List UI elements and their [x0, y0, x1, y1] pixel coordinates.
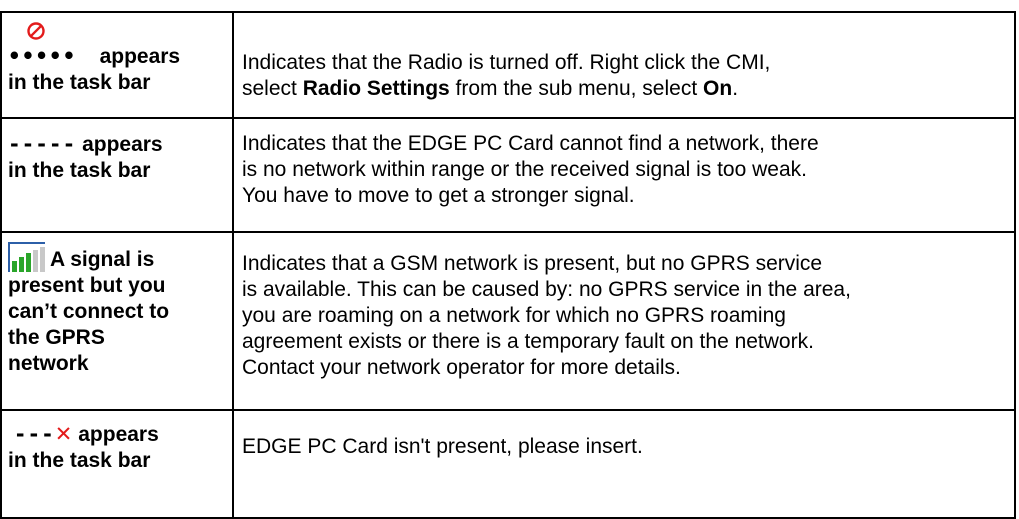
- table-row: A signal is present but you can’t connec…: [0, 231, 1016, 411]
- table-row: ---✕ appears in the task bar EDGE PC Car…: [0, 409, 1016, 519]
- description-cell: Indicates that a GSM network is present,…: [232, 231, 1016, 411]
- status-label: in the task bar: [8, 449, 151, 472]
- table-row: ----- appears in the task bar Indicates …: [0, 117, 1016, 233]
- status-label: the GPRS: [8, 326, 105, 349]
- table-row: ••••• appears in the task bar Indicates …: [0, 11, 1016, 119]
- description-line: Indicates that the Radio is turned off. …: [242, 51, 771, 74]
- description-cell: Indicates that the Radio is turned off. …: [232, 11, 1016, 119]
- no-network-dashes-icon: -----: [8, 132, 77, 156]
- description-line: Indicates that the EDGE PC Card cannot f…: [242, 132, 819, 155]
- description-line: Contact your network operator for more d…: [242, 356, 681, 379]
- status-cell: ----- appears in the task bar: [0, 117, 234, 233]
- description-line: you are roaming on a network for which n…: [242, 304, 786, 327]
- no-card-dashes-icon: ---: [13, 422, 55, 446]
- description-line: Indicates that a GSM network is present,…: [242, 252, 823, 275]
- description-line: is no network within range or the receiv…: [242, 158, 807, 181]
- description-line: You have to move to get a stronger signa…: [242, 184, 635, 207]
- no-entry-icon: [27, 22, 45, 40]
- description-line: is available. This can be caused by: no …: [242, 278, 851, 301]
- signal-strength-icon: [8, 242, 45, 272]
- status-label: appears: [78, 423, 159, 446]
- description-text: select: [242, 77, 303, 100]
- description-text: from the sub menu, select: [449, 77, 704, 100]
- radio-off-dashes-icon: •••••: [8, 44, 77, 68]
- status-label: network: [8, 352, 89, 375]
- description-text: .: [732, 77, 739, 100]
- status-cell: A signal is present but you can’t connec…: [0, 231, 234, 411]
- on-term: On: [703, 77, 733, 100]
- status-label: appears: [82, 133, 163, 156]
- status-label: in the task bar: [8, 159, 151, 182]
- description-line: EDGE PC Card isn't present, please inser…: [242, 435, 643, 458]
- description-line: agreement exists or there is a temporary…: [242, 330, 814, 353]
- status-label: appears: [99, 45, 181, 68]
- troubleshooting-table: ••••• appears in the task bar Indicates …: [0, 11, 1016, 519]
- status-label: in the task bar: [8, 71, 151, 94]
- status-label: can’t connect to: [8, 300, 170, 323]
- description-cell: Indicates that the EDGE PC Card cannot f…: [232, 117, 1016, 233]
- status-label: present but you: [8, 274, 166, 297]
- description-line: select Radio Settings from the sub menu,…: [242, 76, 1008, 102]
- status-cell: ---✕ appears in the task bar: [0, 409, 234, 519]
- status-cell: ••••• appears in the task bar: [0, 11, 234, 119]
- radio-settings-term: Radio Settings: [302, 77, 450, 100]
- status-label: A signal is: [50, 248, 155, 271]
- description-cell: EDGE PC Card isn't present, please inser…: [232, 409, 1016, 519]
- x-mark-icon: ✕: [54, 423, 73, 446]
